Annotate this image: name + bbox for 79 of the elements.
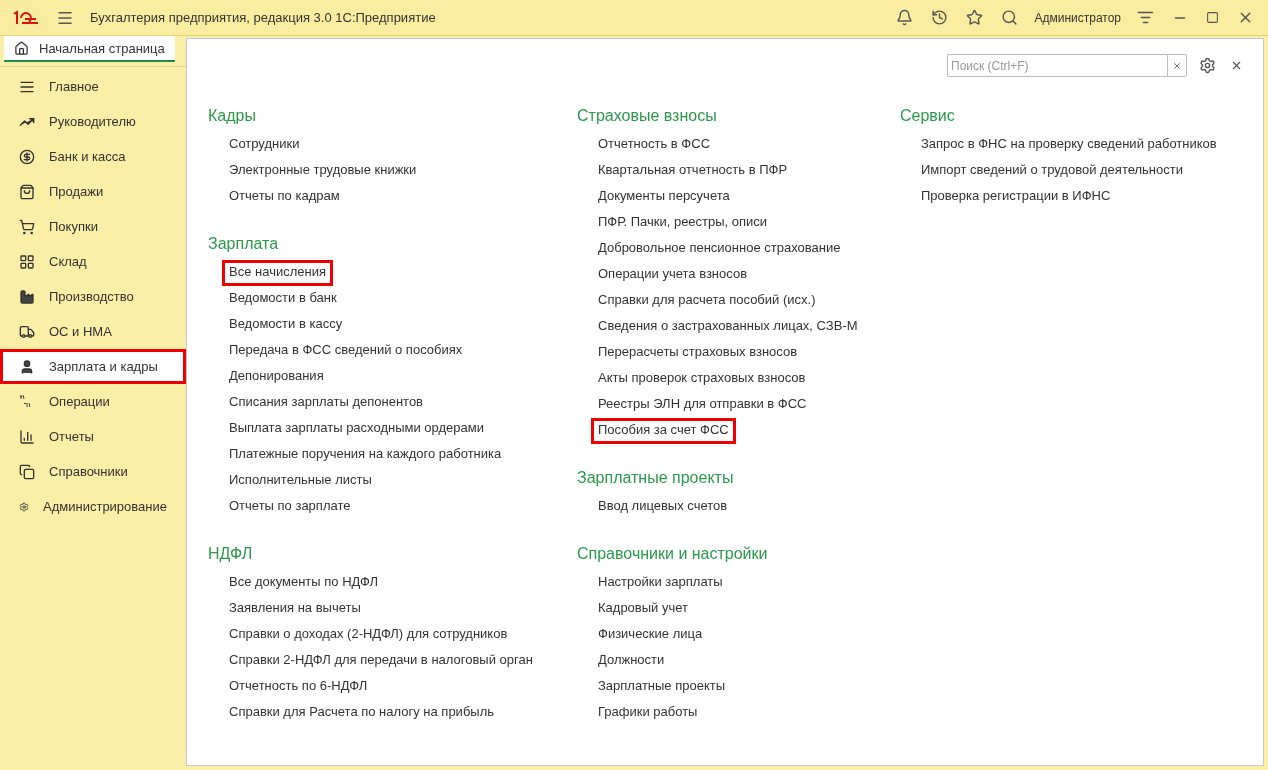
menu-link[interactable]: Отчеты по зарплате: [222, 494, 358, 520]
menu-link[interactable]: ПФР. Пачки, реестры, описи: [591, 210, 775, 236]
sidebar-item[interactable]: Операции: [0, 384, 186, 419]
sidebar-item[interactable]: Справочники: [0, 454, 186, 489]
section-heading: Зарплата: [208, 234, 280, 254]
person-icon: [19, 358, 35, 375]
menu-link[interactable]: Электронные трудовые книжки: [222, 158, 424, 184]
sidebar-item[interactable]: Банк и касса: [0, 139, 186, 174]
section-heading: Кадры: [208, 106, 257, 126]
pages-icon: [19, 463, 35, 480]
bar-chart-icon: [19, 428, 35, 445]
menu-link[interactable]: Исполнительные листы: [222, 468, 379, 494]
sidebar-item[interactable]: Продажи: [0, 174, 186, 209]
menu-link[interactable]: Платежные поручения на каждого работника: [222, 442, 509, 468]
menu-link[interactable]: Проверка регистрации в ИФНС: [914, 184, 1118, 210]
menu-link[interactable]: Передача в ФСС сведений о пособиях: [222, 338, 470, 364]
cart-icon: [19, 218, 35, 235]
coin-icon: [19, 148, 35, 165]
section-heading: НДФЛ: [208, 544, 254, 564]
menu-link[interactable]: Зарплатные проекты: [591, 674, 733, 700]
menu-link[interactable]: Сотрудники: [222, 132, 307, 158]
menu-link[interactable]: Ведомости в кассу: [222, 312, 350, 338]
sidebar-item[interactable]: ОС и НМА: [0, 314, 186, 349]
menu-link[interactable]: Отчетность в ФСС: [591, 132, 718, 158]
menu-link[interactable]: Отчеты по кадрам: [222, 184, 347, 210]
window-title: Бухгалтерия предприятия, редакция 3.0 1С:Предприятие: [90, 10, 437, 25]
sidebar-item[interactable]: Покупки: [0, 209, 186, 244]
home-tab[interactable]: Начальная страница: [4, 36, 175, 62]
menu-link[interactable]: Запрос в ФНС на проверку сведений работников: [914, 132, 1224, 158]
sidebar-item[interactable]: Главное: [0, 69, 186, 104]
home-icon: [14, 40, 29, 56]
menu-link[interactable]: Справки для Расчета по налогу на прибыль: [222, 700, 502, 726]
menu-link[interactable]: Перерасчеты страховых взносов: [591, 340, 805, 366]
menu-link[interactable]: Кадровый учет: [591, 596, 695, 622]
menu-link[interactable]: Документы персучета: [591, 184, 737, 210]
grid-icon: [19, 253, 35, 270]
menu-link[interactable]: Настройки зарплаты: [591, 570, 730, 596]
sidebar-item[interactable]: Производство: [0, 279, 186, 314]
menu-link[interactable]: Справки 2-НДФЛ для передачи в налоговый орган: [222, 648, 540, 674]
menu-link[interactable]: Справки о доходах (2-НДФЛ) для сотрудников: [222, 622, 515, 648]
menu-link[interactable]: Ввод лицевых счетов: [591, 494, 735, 520]
sidebar-item[interactable]: Отчеты: [0, 419, 186, 454]
section-heading: Страховые взносы: [577, 106, 718, 126]
menu-link[interactable]: Физические лица: [591, 622, 710, 648]
menu-link[interactable]: Депонирования: [222, 364, 331, 390]
menu-link[interactable]: Списания зарплаты депонентов: [222, 390, 431, 416]
menu-link[interactable]: Реестры ЭЛН для отправки в ФСС: [591, 392, 814, 418]
sidebar-item[interactable]: Склад: [0, 244, 186, 279]
menu-link[interactable]: Пособия за счет ФСС: [591, 418, 736, 444]
menu-link[interactable]: Отчетность по 6-НДФЛ: [222, 674, 375, 700]
maximize-icon[interactable]: [1204, 9, 1221, 26]
menu-link[interactable]: Заявления на вычеты: [222, 596, 368, 622]
sidebar-item[interactable]: Руководителю: [0, 104, 186, 139]
section-heading: Сервис: [900, 106, 956, 126]
factory-icon: [19, 288, 35, 305]
menu-link[interactable]: Графики работы: [591, 700, 705, 726]
truck-icon: [19, 323, 35, 340]
sidebar-item[interactable]: Зарплата и кадры: [0, 349, 186, 384]
clear-icon: [1172, 60, 1182, 71]
menu-link[interactable]: Сведения о застрахованных лицах, СЗВ-М: [591, 314, 865, 340]
menu-link[interactable]: Должности: [591, 648, 672, 674]
section-heading: Справочники и настройки: [577, 544, 769, 564]
menu-link[interactable]: Все документы по НДФЛ: [222, 570, 386, 596]
menu-link[interactable]: Квартальная отчетность в ПФР: [591, 158, 795, 184]
menu-link[interactable]: Импорт сведений о трудовой деятельности: [914, 158, 1190, 184]
menu-link[interactable]: Добровольное пенсионное страхование: [591, 236, 848, 262]
sidebar-item[interactable]: Администрирование: [0, 489, 186, 524]
menu-link[interactable]: Справки для расчета пособий (исх.): [591, 288, 823, 314]
logo-icon: [12, 9, 40, 26]
menu-link[interactable]: Операции учета взносов: [591, 262, 755, 288]
section-heading: Зарплатные проекты: [577, 468, 735, 488]
bag-icon: [19, 183, 35, 200]
menu-link[interactable]: Все начисления: [222, 260, 333, 286]
clear-button[interactable]: [1167, 54, 1187, 77]
user-name[interactable]: Администратор: [1034, 10, 1121, 25]
menu-link[interactable]: Выплата зарплаты расходными ордерами: [222, 416, 491, 442]
menu-link[interactable]: Ведомости в банк: [222, 286, 344, 312]
search-field[interactable]: Поиск (Ctrl+F): [947, 54, 1167, 77]
menu-link[interactable]: Акты проверок страховых взносов: [591, 366, 813, 392]
